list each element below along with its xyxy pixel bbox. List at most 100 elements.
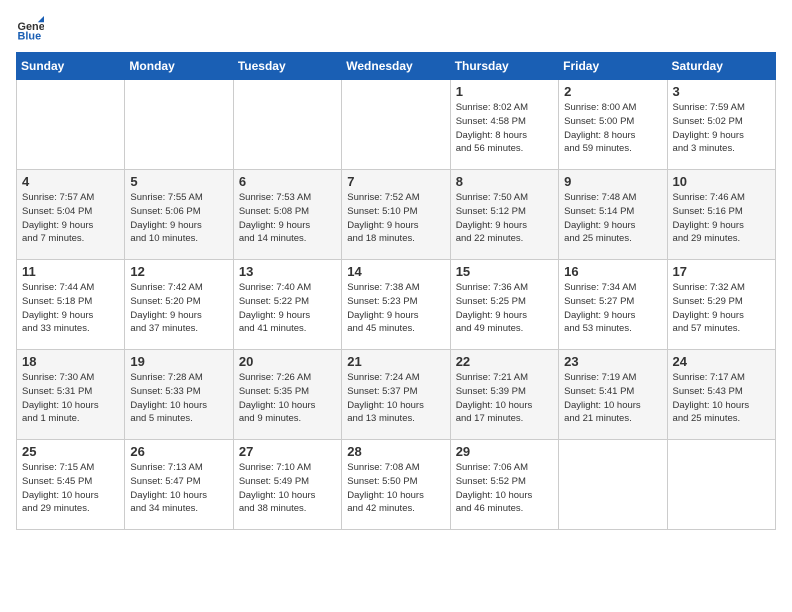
day-info: Sunrise: 7:32 AM Sunset: 5:29 PM Dayligh… <box>673 281 770 336</box>
calendar-cell: 3 Sunrise: 7:59 AM Sunset: 5:02 PM Daylig… <box>667 80 775 170</box>
calendar-week-5: 25 Sunrise: 7:15 AM Sunset: 5:45 PM Dayli… <box>17 440 776 530</box>
calendar-cell <box>233 80 341 170</box>
day-number: 19 <box>130 354 227 369</box>
calendar-cell: 9 Sunrise: 7:48 AM Sunset: 5:14 PM Daylig… <box>559 170 667 260</box>
day-info: Sunrise: 7:24 AM Sunset: 5:37 PM Dayligh… <box>347 371 444 426</box>
calendar-cell: 23 Sunrise: 7:19 AM Sunset: 5:41 PM Dayli… <box>559 350 667 440</box>
day-number: 24 <box>673 354 770 369</box>
day-info: Sunrise: 7:50 AM Sunset: 5:12 PM Dayligh… <box>456 191 553 246</box>
day-info: Sunrise: 7:57 AM Sunset: 5:04 PM Dayligh… <box>22 191 119 246</box>
day-number: 27 <box>239 444 336 459</box>
calendar-header: SundayMondayTuesdayWednesdayThursdayFrid… <box>17 53 776 80</box>
calendar-cell: 26 Sunrise: 7:13 AM Sunset: 5:47 PM Dayli… <box>125 440 233 530</box>
day-info: Sunrise: 7:08 AM Sunset: 5:50 PM Dayligh… <box>347 461 444 516</box>
day-info: Sunrise: 7:30 AM Sunset: 5:31 PM Dayligh… <box>22 371 119 426</box>
day-info: Sunrise: 7:48 AM Sunset: 5:14 PM Dayligh… <box>564 191 661 246</box>
day-info: Sunrise: 8:00 AM Sunset: 5:00 PM Dayligh… <box>564 101 661 156</box>
weekday-header-sunday: Sunday <box>17 53 125 80</box>
day-number: 23 <box>564 354 661 369</box>
calendar-week-3: 11 Sunrise: 7:44 AM Sunset: 5:18 PM Dayli… <box>17 260 776 350</box>
weekday-header-tuesday: Tuesday <box>233 53 341 80</box>
day-number: 2 <box>564 84 661 99</box>
day-number: 29 <box>456 444 553 459</box>
day-info: Sunrise: 7:44 AM Sunset: 5:18 PM Dayligh… <box>22 281 119 336</box>
calendar-cell: 11 Sunrise: 7:44 AM Sunset: 5:18 PM Dayli… <box>17 260 125 350</box>
calendar-cell <box>125 80 233 170</box>
weekday-header-row: SundayMondayTuesdayWednesdayThursdayFrid… <box>17 53 776 80</box>
calendar-cell: 29Sunrise: 7:06 AM Sunset: 5:52 PM Dayli… <box>450 440 558 530</box>
day-number: 15 <box>456 264 553 279</box>
weekday-header-friday: Friday <box>559 53 667 80</box>
calendar-cell: 19Sunrise: 7:28 AM Sunset: 5:33 PM Dayli… <box>125 350 233 440</box>
day-info: Sunrise: 7:15 AM Sunset: 5:45 PM Dayligh… <box>22 461 119 516</box>
day-number: 13 <box>239 264 336 279</box>
weekday-header-thursday: Thursday <box>450 53 558 80</box>
calendar-cell <box>17 80 125 170</box>
day-info: Sunrise: 7:38 AM Sunset: 5:23 PM Dayligh… <box>347 281 444 336</box>
calendar-cell: 2 Sunrise: 8:00 AM Sunset: 5:00 PM Daylig… <box>559 80 667 170</box>
calendar-cell: 1 Sunrise: 8:02 AM Sunset: 4:58 PM Daylig… <box>450 80 558 170</box>
day-number: 7 <box>347 174 444 189</box>
calendar-body: 1 Sunrise: 8:02 AM Sunset: 4:58 PM Daylig… <box>17 80 776 530</box>
calendar-cell: 15Sunrise: 7:36 AM Sunset: 5:25 PM Dayli… <box>450 260 558 350</box>
logo-icon: General Blue <box>16 16 44 44</box>
calendar-cell: 24 Sunrise: 7:17 AM Sunset: 5:43 PM Dayli… <box>667 350 775 440</box>
calendar-cell: 6 Sunrise: 7:53 AM Sunset: 5:08 PM Daylig… <box>233 170 341 260</box>
day-number: 5 <box>130 174 227 189</box>
day-number: 3 <box>673 84 770 99</box>
svg-text:Blue: Blue <box>18 30 42 42</box>
day-info: Sunrise: 7:17 AM Sunset: 5:43 PM Dayligh… <box>673 371 770 426</box>
day-number: 21 <box>347 354 444 369</box>
logo: General Blue <box>16 16 48 44</box>
day-number: 25 <box>22 444 119 459</box>
calendar-cell: 5 Sunrise: 7:55 AM Sunset: 5:06 PM Daylig… <box>125 170 233 260</box>
weekday-header-wednesday: Wednesday <box>342 53 450 80</box>
day-info: Sunrise: 7:46 AM Sunset: 5:16 PM Dayligh… <box>673 191 770 246</box>
day-number: 22 <box>456 354 553 369</box>
day-info: Sunrise: 7:55 AM Sunset: 5:06 PM Dayligh… <box>130 191 227 246</box>
calendar-week-1: 1 Sunrise: 8:02 AM Sunset: 4:58 PM Daylig… <box>17 80 776 170</box>
calendar-cell: 18 Sunrise: 7:30 AM Sunset: 5:31 PM Dayli… <box>17 350 125 440</box>
calendar-cell: 27 Sunrise: 7:10 AM Sunset: 5:49 PM Dayli… <box>233 440 341 530</box>
calendar-cell <box>667 440 775 530</box>
calendar-week-2: 4Sunrise: 7:57 AM Sunset: 5:04 PM Daylig… <box>17 170 776 260</box>
day-info: Sunrise: 7:53 AM Sunset: 5:08 PM Dayligh… <box>239 191 336 246</box>
day-number: 20 <box>239 354 336 369</box>
calendar-cell <box>559 440 667 530</box>
day-number: 1 <box>456 84 553 99</box>
day-info: Sunrise: 7:21 AM Sunset: 5:39 PM Dayligh… <box>456 371 553 426</box>
day-info: Sunrise: 7:13 AM Sunset: 5:47 PM Dayligh… <box>130 461 227 516</box>
calendar-cell <box>342 80 450 170</box>
day-info: Sunrise: 7:19 AM Sunset: 5:41 PM Dayligh… <box>564 371 661 426</box>
calendar-cell: 28 Sunrise: 7:08 AM Sunset: 5:50 PM Dayli… <box>342 440 450 530</box>
day-number: 9 <box>564 174 661 189</box>
weekday-header-monday: Monday <box>125 53 233 80</box>
day-info: Sunrise: 8:02 AM Sunset: 4:58 PM Dayligh… <box>456 101 553 156</box>
calendar-cell: 20 Sunrise: 7:26 AM Sunset: 5:35 PM Dayli… <box>233 350 341 440</box>
header: General Blue <box>16 16 776 44</box>
day-info: Sunrise: 7:42 AM Sunset: 5:20 PM Dayligh… <box>130 281 227 336</box>
day-number: 17 <box>673 264 770 279</box>
calendar-cell: 21 Sunrise: 7:24 AM Sunset: 5:37 PM Dayli… <box>342 350 450 440</box>
calendar-cell: 12 Sunrise: 7:42 AM Sunset: 5:20 PM Dayli… <box>125 260 233 350</box>
calendar-cell: 8 Sunrise: 7:50 AM Sunset: 5:12 PM Daylig… <box>450 170 558 260</box>
day-info: Sunrise: 7:59 AM Sunset: 5:02 PM Dayligh… <box>673 101 770 156</box>
calendar-cell: 4Sunrise: 7:57 AM Sunset: 5:04 PM Daylig… <box>17 170 125 260</box>
day-number: 10 <box>673 174 770 189</box>
calendar-table: SundayMondayTuesdayWednesdayThursdayFrid… <box>16 52 776 530</box>
day-number: 26 <box>130 444 227 459</box>
calendar-cell: 10 Sunrise: 7:46 AM Sunset: 5:16 PM Dayli… <box>667 170 775 260</box>
day-info: Sunrise: 7:10 AM Sunset: 5:49 PM Dayligh… <box>239 461 336 516</box>
day-number: 8 <box>456 174 553 189</box>
calendar-cell: 7Sunrise: 7:52 AM Sunset: 5:10 PM Daylig… <box>342 170 450 260</box>
day-number: 28 <box>347 444 444 459</box>
day-number: 11 <box>22 264 119 279</box>
calendar-cell: 25 Sunrise: 7:15 AM Sunset: 5:45 PM Dayli… <box>17 440 125 530</box>
day-number: 12 <box>130 264 227 279</box>
day-number: 14 <box>347 264 444 279</box>
calendar-cell: 22 Sunrise: 7:21 AM Sunset: 5:39 PM Dayli… <box>450 350 558 440</box>
day-number: 6 <box>239 174 336 189</box>
day-info: Sunrise: 7:34 AM Sunset: 5:27 PM Dayligh… <box>564 281 661 336</box>
day-number: 18 <box>22 354 119 369</box>
day-info: Sunrise: 7:26 AM Sunset: 5:35 PM Dayligh… <box>239 371 336 426</box>
